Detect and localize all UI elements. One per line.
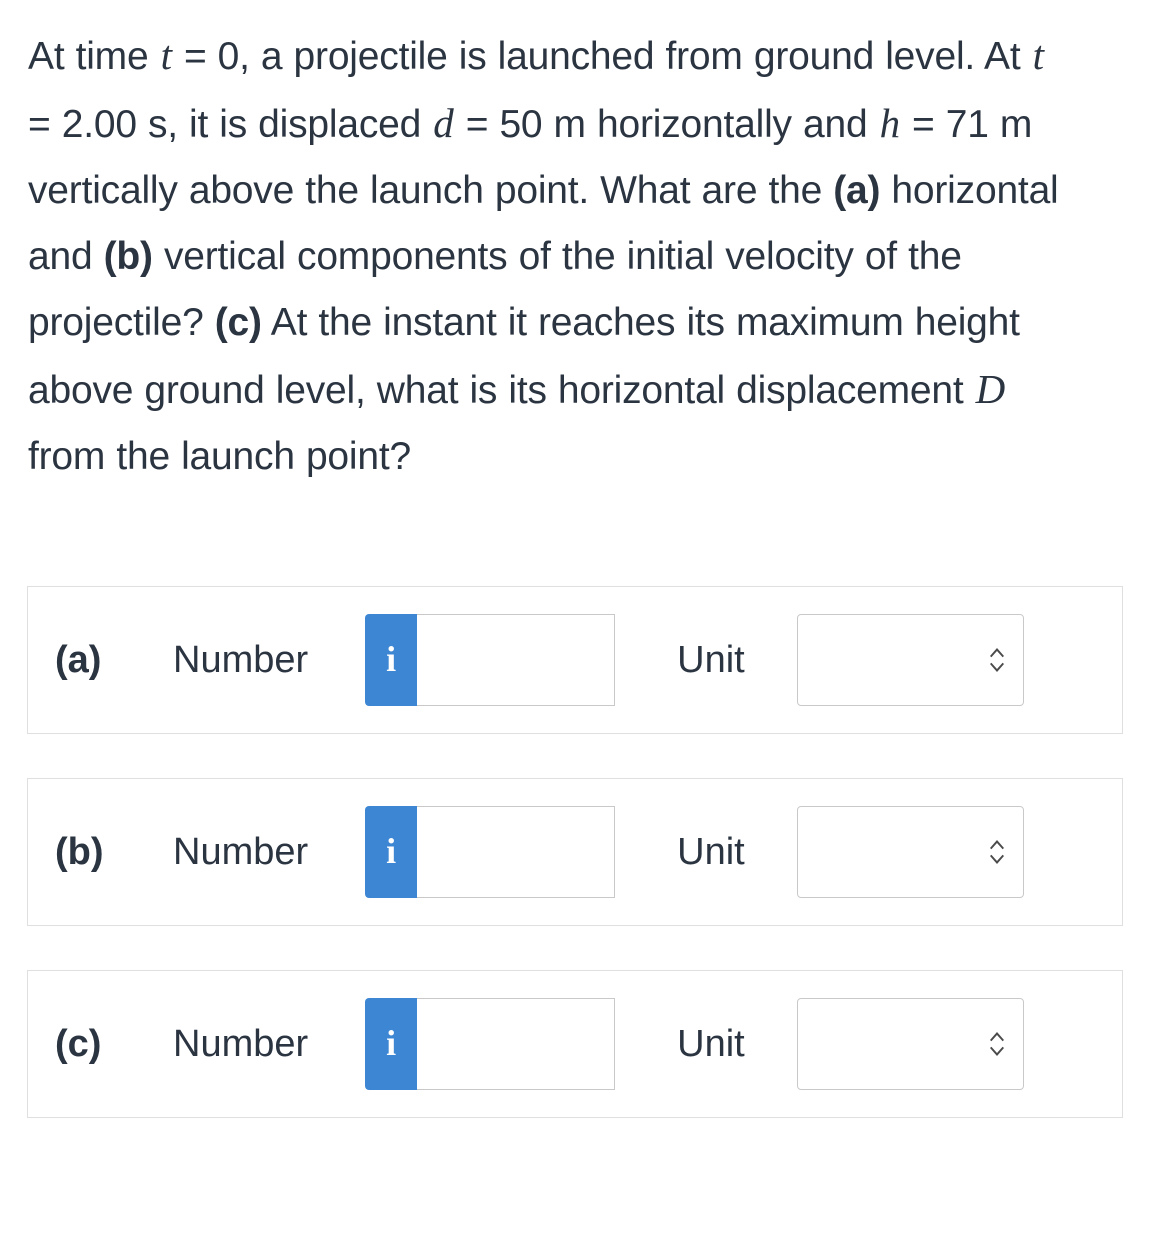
number-label: Number xyxy=(173,830,309,873)
answer-row-c: (c) Number i Unit xyxy=(27,970,1123,1118)
number-input[interactable] xyxy=(417,806,616,898)
answer-part-label: (c) xyxy=(55,1022,102,1065)
question-text-run: = 0, a projectile is launched from groun… xyxy=(172,35,1032,78)
answer-part-label: (a) xyxy=(55,638,102,681)
math-variable: t xyxy=(1032,32,1044,78)
number-entry-group: i xyxy=(365,614,616,706)
math-variable: D xyxy=(975,366,1006,412)
math-variable: t xyxy=(160,32,172,78)
unit-label: Unit xyxy=(677,638,745,681)
unit-select-wrapper xyxy=(796,998,1024,1090)
part-marker: (b) xyxy=(103,235,153,278)
part-marker: (c) xyxy=(214,301,262,344)
number-input[interactable] xyxy=(417,614,616,706)
math-variable: d xyxy=(433,100,454,146)
info-icon: i xyxy=(386,639,397,679)
info-icon-button[interactable]: i xyxy=(365,614,418,706)
info-icon-button[interactable]: i xyxy=(365,998,418,1090)
info-icon: i xyxy=(386,831,397,871)
unit-select-wrapper xyxy=(796,806,1024,898)
math-variable: h xyxy=(879,100,901,146)
info-icon: i xyxy=(386,1023,397,1063)
unit-select-wrapper xyxy=(796,614,1024,706)
number-entry-group: i xyxy=(365,998,616,1090)
question-text: At time t = 0, a projectile is launched … xyxy=(0,0,1105,490)
info-icon-button[interactable]: i xyxy=(365,806,418,898)
number-input[interactable] xyxy=(417,998,616,1090)
question-text-run: from the launch point? xyxy=(28,435,412,478)
answer-row-a: (a) Number i Unit xyxy=(27,586,1123,734)
answer-fields-container: (a) Number i Unit (b) Number i Unit (c) … xyxy=(0,586,1150,1118)
number-label: Number xyxy=(173,638,309,681)
answer-row-b: (b) Number i Unit xyxy=(27,778,1123,926)
question-text-run: = 2.00 s, it is displaced xyxy=(28,103,433,146)
unit-label: Unit xyxy=(677,1022,745,1065)
unit-select[interactable] xyxy=(796,806,1024,898)
question-text-run: = 50 m horizontally and xyxy=(454,103,879,146)
question-text-run: At time xyxy=(28,35,160,78)
answer-part-label: (b) xyxy=(55,830,104,873)
part-marker: (a) xyxy=(833,169,881,212)
unit-label: Unit xyxy=(677,830,745,873)
number-entry-group: i xyxy=(365,806,616,898)
number-label: Number xyxy=(173,1022,309,1065)
unit-select[interactable] xyxy=(796,998,1024,1090)
unit-select[interactable] xyxy=(796,614,1024,706)
